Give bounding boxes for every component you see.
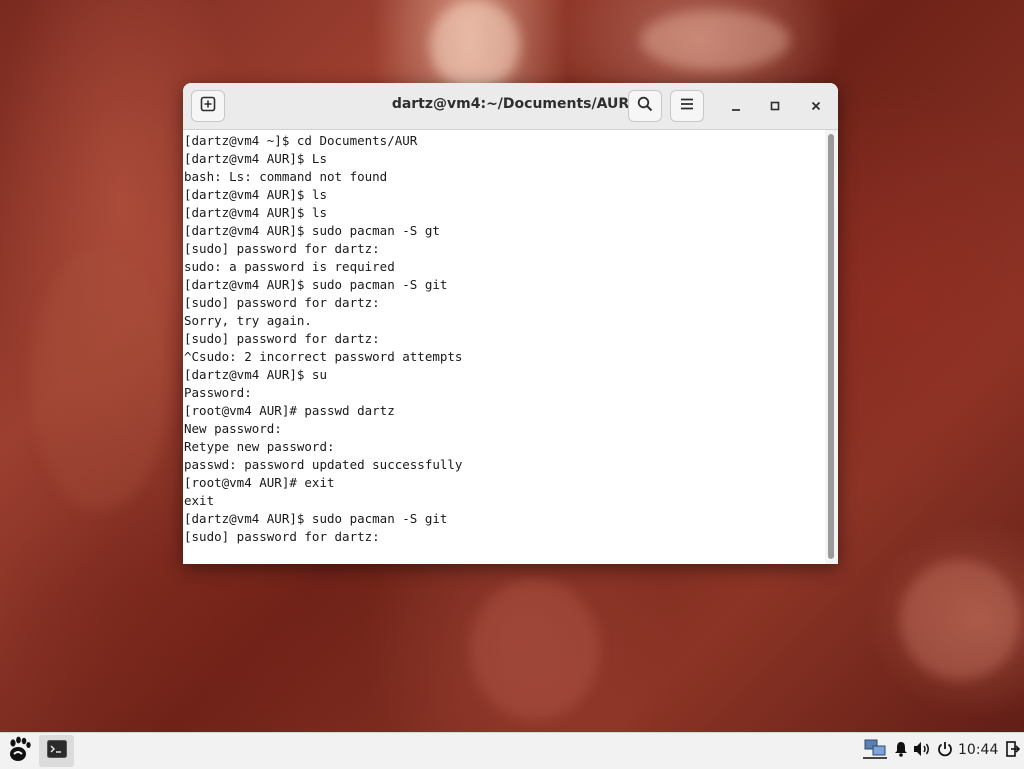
close-button[interactable]	[804, 94, 828, 118]
terminal-line: Retype new password:	[184, 439, 335, 454]
network-icon	[863, 739, 887, 763]
search-icon	[637, 96, 653, 116]
wallpaper-highlight	[30, 250, 170, 510]
terminal-output[interactable]: [dartz@vm4 ~]$ cd Documents/AUR [dartz@vm…	[183, 130, 825, 564]
terminal-line: [dartz@vm4 AUR]$ sudo pacman -S gt	[184, 223, 440, 238]
terminal-line: [sudo] password for dartz:	[184, 331, 380, 346]
wallpaper-highlight	[430, 0, 520, 90]
terminal-line: [dartz@vm4 AUR]$ sudo pacman -S git	[184, 511, 448, 526]
logout-button[interactable]	[1004, 741, 1022, 761]
terminal-line: [dartz@vm4 AUR]$ Ls	[184, 151, 327, 166]
maximize-button[interactable]	[763, 94, 787, 118]
menu-button[interactable]	[670, 90, 704, 122]
network-button[interactable]	[862, 739, 888, 763]
terminal-line: [dartz@vm4 AUR]$ su	[184, 367, 327, 382]
terminal-line: [root@vm4 AUR]# exit	[184, 475, 335, 490]
wallpaper-highlight	[640, 10, 790, 70]
terminal-line: exit	[184, 493, 215, 508]
terminal-line: [sudo] password for dartz:	[184, 241, 380, 256]
new-tab-icon	[200, 96, 216, 116]
power-button[interactable]	[935, 741, 955, 761]
start-menu-button[interactable]	[4, 735, 36, 767]
terminal-line: [dartz@vm4 ~]$ cd Documents/AUR	[184, 133, 418, 148]
hamburger-menu-icon	[679, 96, 695, 116]
logout-icon	[1006, 741, 1021, 761]
terminal-line: New password:	[184, 421, 282, 436]
window-title: dartz@vm4:~/Documents/AUR	[391, 96, 630, 112]
terminal-line: [root@vm4 AUR]# passwd dartz	[184, 403, 395, 418]
bell-icon	[894, 741, 908, 761]
terminal-line: Sorry, try again.	[184, 313, 312, 328]
terminal-line: passwd: password updated successfully	[184, 457, 463, 472]
minimize-icon	[730, 97, 742, 116]
terminal-icon	[46, 740, 67, 762]
minimize-button[interactable]	[724, 94, 748, 118]
terminal-window: dartz@vm4:~/Documents/AUR [dartz@vm4 ~]$…	[183, 83, 838, 564]
terminal-line: [dartz@vm4 AUR]$ ls	[184, 205, 327, 220]
scrollbar-thumb[interactable]	[828, 134, 834, 559]
terminal-line: ^Csudo: 2 incorrect password attempts	[184, 349, 463, 364]
clock[interactable]: 10:44	[958, 742, 998, 758]
wallpaper-highlight	[470, 580, 600, 720]
terminal-line: Password:	[184, 385, 252, 400]
terminal-scrollbar[interactable]	[825, 130, 838, 564]
gnome-foot-icon	[7, 735, 33, 767]
maximize-icon	[769, 97, 781, 116]
volume-icon	[913, 741, 931, 761]
terminal-line: [sudo] password for dartz:	[184, 295, 380, 310]
search-button[interactable]	[628, 90, 662, 122]
power-icon	[937, 741, 953, 761]
taskbar-terminal-button[interactable]	[39, 735, 74, 767]
new-tab-button[interactable]	[191, 90, 225, 122]
terminal-line: bash: Ls: command not found	[184, 169, 388, 184]
terminal-line: sudo: a password is required	[184, 259, 395, 274]
notifications-button[interactable]	[892, 741, 910, 761]
terminal-line: [dartz@vm4 AUR]$ sudo pacman -S git	[184, 277, 448, 292]
volume-button[interactable]	[911, 741, 933, 761]
terminal-line: [dartz@vm4 AUR]$ ls	[184, 187, 327, 202]
window-headerbar[interactable]: dartz@vm4:~/Documents/AUR	[183, 83, 838, 130]
terminal-line: [sudo] password for dartz:	[184, 529, 380, 544]
close-icon	[810, 97, 822, 116]
wallpaper-highlight	[900, 560, 1020, 680]
taskbar: 10:44	[0, 732, 1024, 769]
